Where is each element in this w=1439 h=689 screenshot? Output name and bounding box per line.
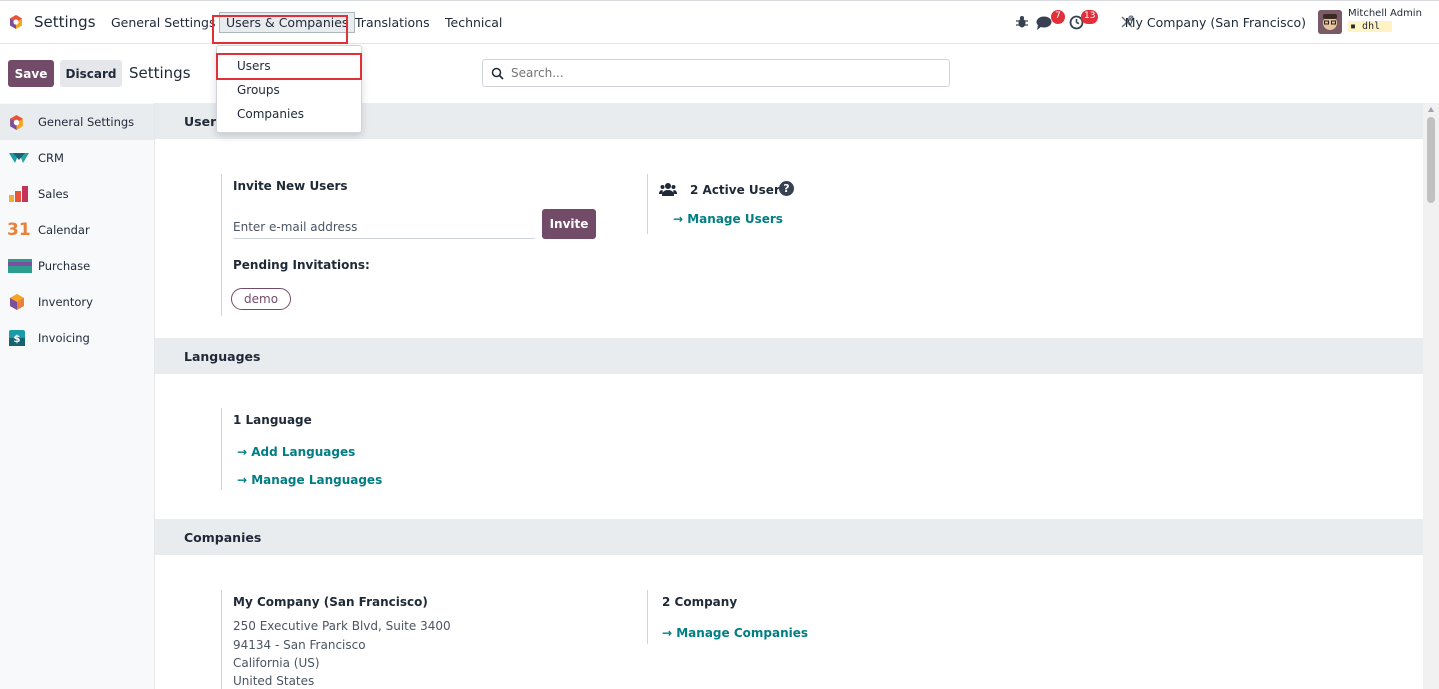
activities-badge: 13 <box>1081 10 1099 24</box>
search-box[interactable] <box>482 59 950 87</box>
manage-languages-label: Manage Languages <box>251 473 383 487</box>
calendar-31-icon: 31 <box>7 220 31 240</box>
pending-invitations-label: Pending Invitations: <box>233 258 370 272</box>
svg-text:$: $ <box>14 334 21 345</box>
setting-divider <box>647 590 648 644</box>
user-avatar[interactable] <box>1318 10 1342 34</box>
sidebar-item-purchase[interactable]: Purchase <box>0 248 154 284</box>
manage-companies-link[interactable]: → Manage Companies <box>662 626 808 640</box>
invite-email-input[interactable] <box>233 215 535 239</box>
company-address-line: United States <box>233 674 315 688</box>
invite-button[interactable]: Invite <box>542 209 596 239</box>
dropdown-item-companies[interactable]: Companies <box>237 107 304 121</box>
setting-divider <box>221 590 222 689</box>
sidebar-item-label: Purchase <box>38 259 91 273</box>
company-switcher[interactable]: My Company (San Francisco) <box>1125 15 1306 30</box>
company-count: 2 Company <box>662 595 738 609</box>
search-input[interactable] <box>511 63 931 83</box>
active-users-count: 2 Active User <box>690 183 780 197</box>
manage-companies-label: Manage Companies <box>676 626 808 640</box>
inventory-box-icon <box>10 294 24 310</box>
search-icon <box>491 67 504 80</box>
odoo-logo-icon <box>10 114 23 130</box>
user-name[interactable]: Mitchell Admin <box>1348 8 1422 19</box>
settings-sidebar: General Settings CRM Sales 31 Calendar P… <box>0 103 155 689</box>
menu-technical[interactable]: Technical <box>445 15 502 30</box>
pending-invitation-tag[interactable]: demo <box>231 288 292 310</box>
invite-users-title: Invite New Users <box>233 179 348 193</box>
company-name: My Company (San Francisco) <box>233 595 428 609</box>
purchase-card-icon <box>8 259 32 273</box>
menu-users-companies[interactable]: Users & Companies <box>219 12 356 33</box>
users-group-icon <box>659 183 677 196</box>
setting-divider <box>221 174 222 316</box>
sidebar-item-calendar[interactable]: 31 Calendar <box>0 212 154 248</box>
invoicing-dollar-icon: $ <box>9 330 25 346</box>
top-navbar: Settings General Settings Users & Compan… <box>0 0 1439 44</box>
sidebar-item-label: Sales <box>38 187 69 201</box>
company-address-line: California (US) <box>233 656 320 670</box>
debug-bug-icon[interactable] <box>1015 15 1029 29</box>
menu-general-settings[interactable]: General Settings <box>111 15 216 30</box>
languages-section-header: Languages <box>155 338 1423 374</box>
dropdown-item-groups[interactable]: Groups <box>237 83 280 97</box>
companies-section-title: Companies <box>184 530 262 545</box>
dropdown-item-users[interactable]: Users <box>237 59 271 73</box>
add-languages-link[interactable]: → Add Languages <box>237 445 355 459</box>
sidebar-item-label: General Settings <box>38 115 135 129</box>
help-question-icon[interactable]: ? <box>779 181 794 196</box>
sidebar-item-label: Calendar <box>38 223 90 237</box>
users-companies-dropdown: Users Groups Companies <box>216 45 362 133</box>
discard-button[interactable]: Discard <box>60 60 122 87</box>
database-name: ▪ dhl <box>1348 21 1393 32</box>
avatar-face-icon <box>1318 10 1342 34</box>
save-button[interactable]: Save <box>8 60 54 87</box>
language-count: 1 Language <box>233 413 312 427</box>
languages-section-title: Languages <box>184 349 261 364</box>
manage-languages-link[interactable]: → Manage Languages <box>237 473 382 487</box>
sidebar-item-label: Inventory <box>38 295 93 309</box>
sidebar-item-general-settings[interactable]: General Settings <box>0 104 154 140</box>
odoo-app-icon[interactable] <box>8 14 24 30</box>
company-address-line: 250 Executive Park Blvd, Suite 3400 <box>233 619 451 633</box>
company-address-line: 94134 - San Francisco <box>233 638 366 652</box>
database-label: dhl <box>1362 21 1381 32</box>
setting-divider <box>221 408 222 490</box>
setting-divider <box>647 174 648 234</box>
sidebar-item-crm[interactable]: CRM <box>0 140 154 176</box>
sidebar-item-label: CRM <box>38 151 64 165</box>
sidebar-item-invoicing[interactable]: $ Invoicing <box>0 320 154 356</box>
scroll-up-arrow-icon[interactable] <box>1428 107 1434 112</box>
sidebar-item-label: Invoicing <box>38 331 90 345</box>
sidebar-item-inventory[interactable]: Inventory <box>0 284 154 320</box>
breadcrumb: Settings <box>129 64 191 82</box>
manage-users-link[interactable]: → Manage Users <box>673 212 783 226</box>
sidebar-item-sales[interactable]: Sales <box>0 176 154 212</box>
crm-icon <box>9 153 29 163</box>
manage-users-label: Manage Users <box>687 212 783 226</box>
add-languages-label: Add Languages <box>251 445 356 459</box>
menu-translations[interactable]: Translations <box>355 15 430 30</box>
content-scrollbar[interactable] <box>1423 103 1439 689</box>
scroll-thumb[interactable] <box>1427 117 1435 203</box>
companies-section-header: Companies <box>155 519 1423 555</box>
app-title[interactable]: Settings <box>34 13 96 31</box>
sales-chart-icon <box>9 186 28 202</box>
messages-badge: 7 <box>1051 10 1065 24</box>
